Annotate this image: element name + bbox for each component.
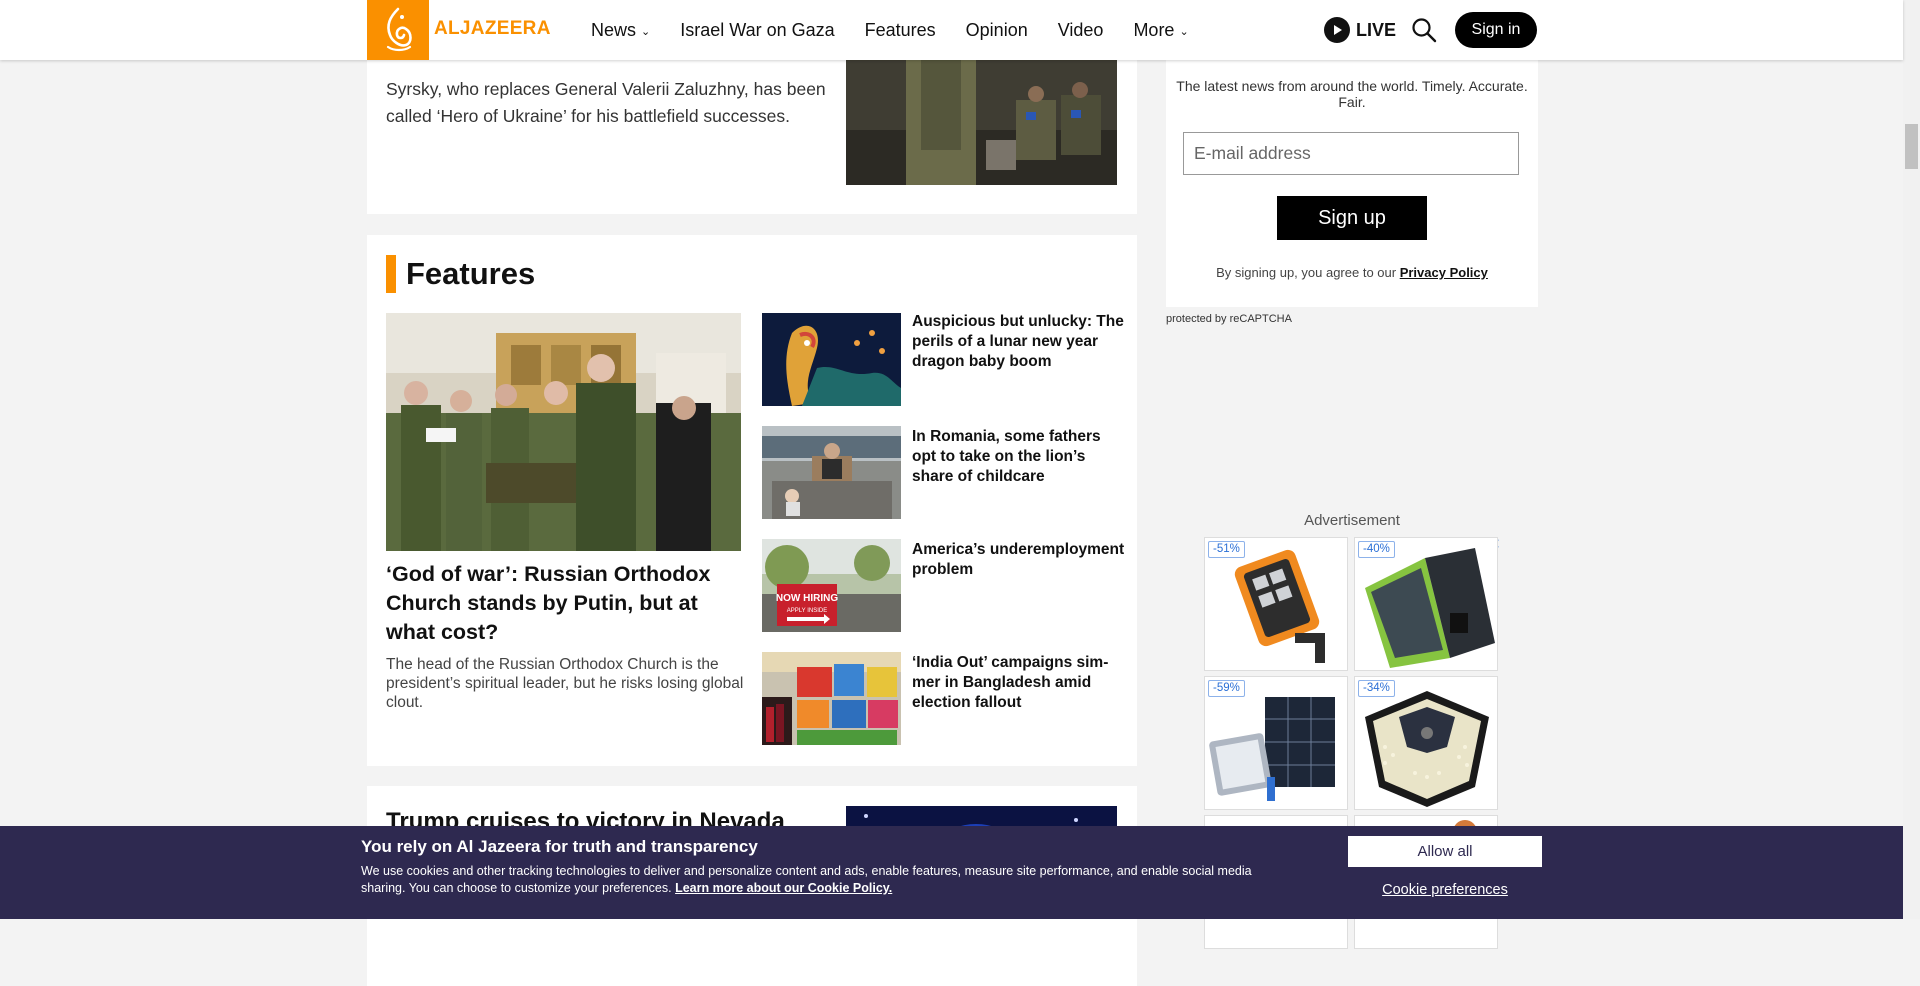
search-icon[interactable]	[1411, 17, 1437, 48]
agree-text: By signing up, you agree to our	[1216, 265, 1397, 280]
ad-product[interactable]: -34%	[1354, 676, 1498, 810]
feature-main-image[interactable]	[386, 313, 741, 551]
site-header: ALJAZEERA News ⌄ Israel War on Gaza Featu…	[0, 0, 1903, 60]
cookie-title: You rely on Al Jazeera for truth and tra…	[361, 837, 758, 856]
feature-item-image[interactable]	[762, 652, 901, 745]
recaptcha-notice: protected by reCAPTCHA	[1166, 313, 1292, 325]
nav-item-features[interactable]: Features	[865, 20, 936, 41]
chevron-down-icon: ⌄	[641, 25, 651, 38]
feature-item-image[interactable]	[762, 313, 901, 406]
main-nav: News ⌄ Israel War on Gaza Features Opinio…	[591, 0, 1219, 60]
scrollbar-thumb[interactable]	[1905, 124, 1918, 169]
recaptcha-brand[interactable]: reCAPTCHA	[1230, 313, 1292, 325]
feature-item-title[interactable]: In Romania, some fathers opt to take on …	[912, 427, 1127, 487]
recaptcha-prefix: protected by	[1166, 313, 1227, 325]
nav-label: Opinion	[965, 19, 1028, 40]
features-section: Features ‘God of war’: Russian Orthodox …	[367, 235, 1137, 766]
nav-item-video[interactable]: Video	[1058, 20, 1104, 41]
lead-story-image[interactable]	[846, 40, 1117, 185]
nav-label: News	[591, 19, 637, 40]
advertisement-label: Advertisement	[1304, 512, 1400, 529]
ad-product[interactable]: -59%	[1204, 676, 1348, 810]
discount-badge: -34%	[1358, 680, 1395, 697]
discount-badge: -51%	[1208, 541, 1245, 558]
nav-label: Features	[864, 19, 936, 40]
svg-text:APPLY INSIDE: APPLY INSIDE	[787, 608, 827, 614]
newsletter-tagline: The latest news from around the world. T…	[1176, 78, 1528, 110]
lead-story-description: Syrsky, who replaces General Valerii Zal…	[386, 79, 826, 126]
cookie-policy-link[interactable]: Learn more about our Cookie Policy.	[675, 881, 892, 895]
feature-main-description: The head of the Russian Orthodox Church …	[386, 656, 744, 711]
sign-up-button[interactable]: Sign up	[1277, 196, 1427, 240]
section-title[interactable]: Features	[406, 256, 535, 292]
live-label: LIVE	[1356, 19, 1397, 40]
sign-in-button[interactable]: Sign in	[1455, 12, 1537, 48]
allow-all-button[interactable]: Allow all	[1348, 836, 1542, 867]
discount-badge: -40%	[1358, 541, 1395, 558]
nav-label: Video	[1057, 19, 1104, 40]
nav-item-more[interactable]: More ⌄	[1133, 20, 1188, 41]
feature-item-title[interactable]: ‘India Out’ campaigns sim­mer in Banglad…	[912, 653, 1127, 713]
nav-label: Israel War on Gaza	[680, 19, 835, 40]
play-icon	[1324, 17, 1350, 43]
discount-badge: -59%	[1208, 680, 1245, 697]
section-accent-bar	[386, 255, 396, 293]
logo-wordmark[interactable]: ALJAZEERA	[434, 18, 551, 40]
feature-item-title[interactable]: America’s underemployment problem	[912, 540, 1127, 580]
nav-item-opinion[interactable]: Opinion	[966, 20, 1028, 41]
nav-label: More	[1133, 19, 1175, 40]
email-field[interactable]: E-mail address	[1183, 132, 1519, 175]
section-header: Features	[386, 255, 535, 293]
cookie-banner: You rely on Al Jazeera for truth and tra…	[0, 826, 1903, 919]
nav-item-news[interactable]: News ⌄	[591, 20, 650, 41]
chevron-down-icon: ⌄	[1179, 25, 1189, 38]
cookie-text: We use cookies and other tracking techno…	[361, 863, 1291, 897]
feature-item-image[interactable]: NOW HIRING APPLY INSIDE	[762, 539, 901, 632]
cookie-preferences-link[interactable]: Cookie preferences	[1348, 882, 1542, 898]
live-button[interactable]: LIVE	[1324, 17, 1396, 43]
feature-item-title[interactable]: Auspicious but unlucky: The perils of a …	[912, 312, 1127, 372]
feature-main-title[interactable]: ‘God of war’: Russian Orthodox Church st…	[386, 560, 748, 647]
ad-product[interactable]: -40%	[1354, 537, 1498, 671]
privacy-policy-link[interactable]: Privacy Policy	[1400, 265, 1488, 280]
aljazeera-logo-icon[interactable]	[367, 0, 429, 60]
svg-text:NOW HIRING: NOW HIRING	[776, 593, 838, 604]
newsletter-agree-text: By signing up, you agree to our Privacy …	[1166, 265, 1538, 280]
feature-item-image[interactable]	[762, 426, 901, 519]
nav-item-israel-war-on-gaza[interactable]: Israel War on Gaza	[680, 20, 834, 41]
ad-product[interactable]: -51%	[1204, 537, 1348, 671]
